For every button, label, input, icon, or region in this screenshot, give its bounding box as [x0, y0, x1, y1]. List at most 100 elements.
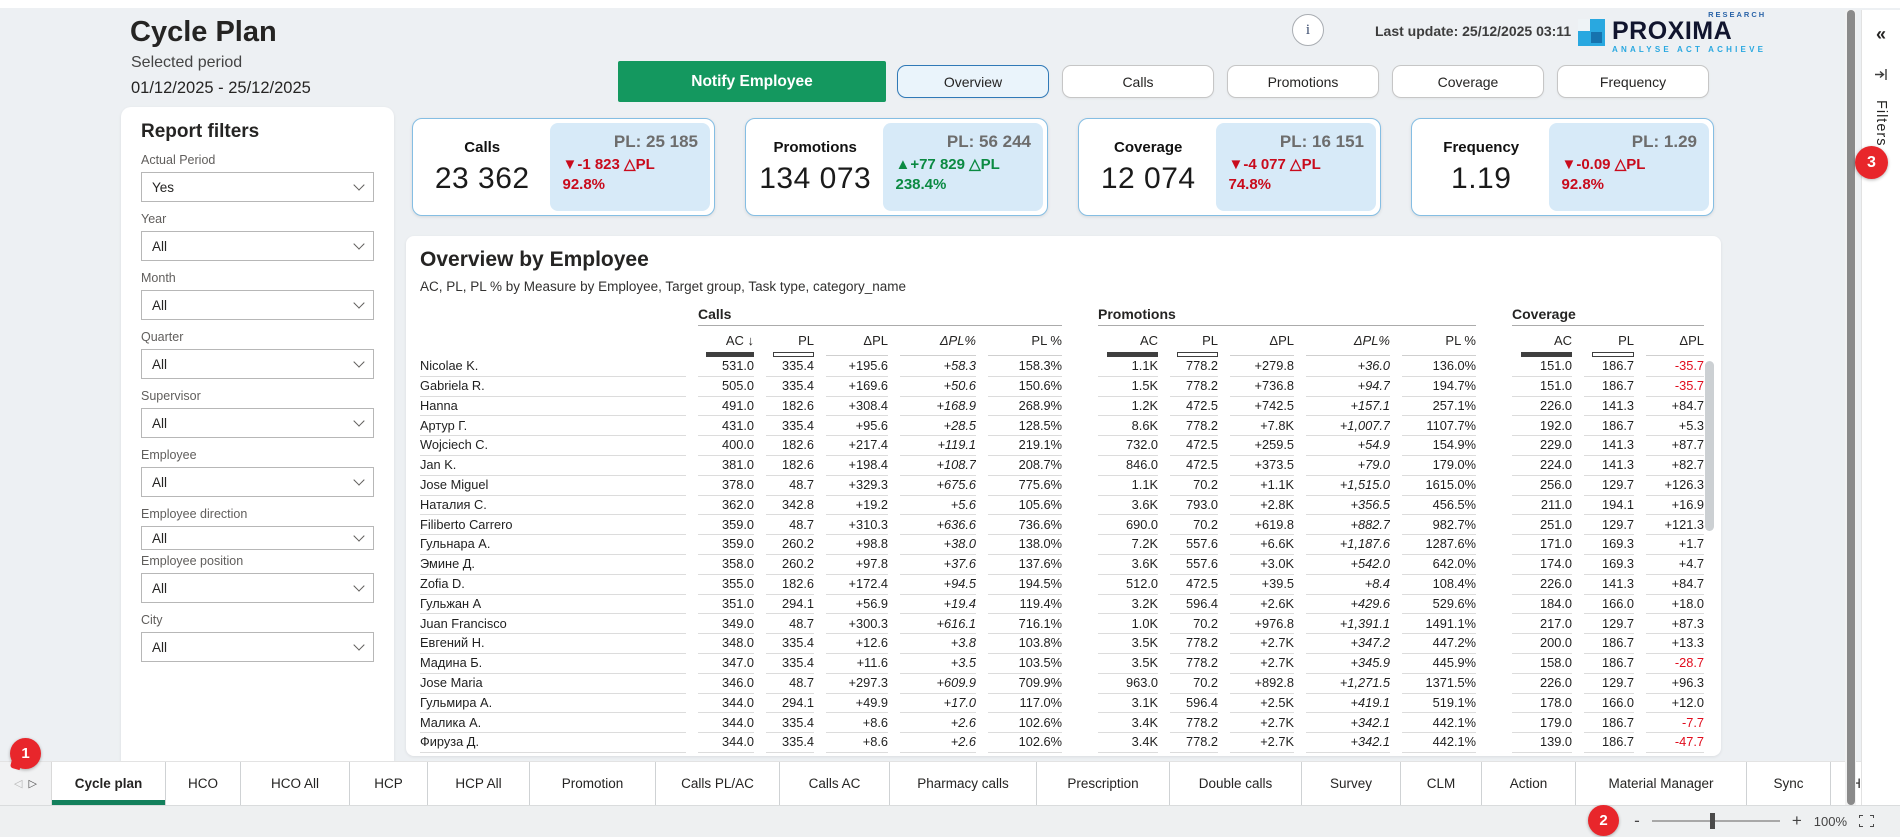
info-icon[interactable]: i: [1292, 14, 1324, 46]
page-scrollbar-thumb[interactable]: [1847, 10, 1855, 805]
page-scrollbar[interactable]: [1845, 10, 1856, 805]
tab-frequency[interactable]: Frequency: [1557, 65, 1709, 98]
bottom-tab-clm[interactable]: CLM: [1401, 762, 1482, 805]
row-name: Hanna: [420, 397, 686, 417]
table-row[interactable]: Jose Miguel378.048.7+329.3+675.6775.6%1.…: [420, 476, 1707, 496]
filter-dropdown-city[interactable]: All: [141, 632, 374, 662]
bottom-tab-hco-all[interactable]: HCO All: [241, 762, 350, 805]
expand-filters-chevron-icon[interactable]: «: [1876, 24, 1886, 45]
column-header-calls-pl[interactable]: ΔPL%: [900, 333, 976, 348]
table-row[interactable]: Filiberto Carrero359.048.7+310.3+636.673…: [420, 515, 1707, 535]
column-header-promotions-ac[interactable]: AC: [1098, 333, 1158, 348]
tab-calls[interactable]: Calls: [1062, 65, 1214, 98]
table-cell: 335.4: [766, 377, 814, 397]
bottom-tab-double-calls[interactable]: Double calls: [1170, 762, 1302, 805]
bottom-tab-sync[interactable]: Sync: [1747, 762, 1831, 805]
filter-dropdown-supervisor[interactable]: All: [141, 408, 374, 438]
tab-promotions[interactable]: Promotions: [1227, 65, 1379, 98]
table-cell: 48.7: [766, 674, 814, 694]
column-header-calls-ac[interactable]: AC ↓: [698, 333, 754, 348]
table-row[interactable]: Nicolae K.531.0335.4+195.6+58.3158.3%1.1…: [420, 357, 1707, 377]
column-header-calls-pl[interactable]: PL %: [988, 333, 1062, 348]
table-row[interactable]: Zofia D.355.0182.6+172.4+94.5194.5%512.0…: [420, 575, 1707, 595]
table-row[interactable]: Наталия С.362.0342.8+19.2+5.6105.6%3.6K7…: [420, 496, 1707, 516]
fit-to-page-icon[interactable]: [1859, 815, 1874, 827]
table-cell: 335.4: [766, 733, 814, 753]
filter-dropdown-actual-period[interactable]: Yes: [141, 172, 374, 202]
table-cell: -7.7: [1646, 714, 1704, 734]
table-cell: 186.7: [1584, 714, 1634, 734]
table-cell: 344.0: [698, 694, 754, 714]
zoom-out-button[interactable]: -: [1634, 816, 1640, 826]
bottom-tab-hco[interactable]: HCO: [166, 762, 241, 805]
table-row[interactable]: Jose Maria346.048.7+297.3+609.9709.9%963…: [420, 674, 1707, 694]
table-scrollbar[interactable]: [1705, 361, 1714, 531]
table-row[interactable]: Артур Г.431.0335.4+95.6+28.5128.5%8.6K77…: [420, 416, 1707, 436]
collapse-filters-icon[interactable]: [1874, 67, 1889, 82]
table-cell: 48.7: [766, 516, 814, 536]
table-row[interactable]: Эмине Д.358.0260.2+97.8+37.6137.6%3.6K55…: [420, 555, 1707, 575]
kpi-card-promotions[interactable]: Promotions134 073PL: 56 244▲+77 829 △PL2…: [745, 118, 1048, 216]
filter-dropdown-employee-direction[interactable]: All: [141, 526, 374, 550]
column-header-calls-pl[interactable]: ΔPL: [826, 333, 888, 348]
zoom-in-button[interactable]: +: [1792, 816, 1802, 826]
table-cell: +882.7: [1306, 516, 1390, 536]
prev-page-arrow-icon[interactable]: ◁: [14, 777, 22, 790]
table-cell: 3.2K: [1098, 595, 1158, 615]
row-name: Nicolae K.: [420, 357, 686, 377]
table-cell: 505.0: [698, 377, 754, 397]
filter-dropdown-quarter[interactable]: All: [141, 349, 374, 379]
notify-employee-button[interactable]: Notify Employee: [618, 61, 886, 102]
tab-overview[interactable]: Overview: [897, 65, 1049, 98]
table-row[interactable]: Гульмира А.344.0294.1+49.9+17.0117.0%3.1…: [420, 694, 1707, 714]
zoom-slider-handle[interactable]: [1710, 813, 1715, 829]
table-row[interactable]: Jan K.381.0182.6+198.4+108.7208.7%846.04…: [420, 456, 1707, 476]
bottom-tab-prescription[interactable]: Prescription: [1037, 762, 1170, 805]
filter-dropdown-year[interactable]: All: [141, 231, 374, 261]
zoom-controls: - + 100%: [1634, 805, 1874, 837]
bottom-tab-survey[interactable]: Survey: [1302, 762, 1401, 805]
bottom-tab-calls-ac[interactable]: Calls AC: [780, 762, 890, 805]
table-cell: 3.5K: [1098, 654, 1158, 674]
kpi-card-calls[interactable]: Calls23 362PL: 25 185▼-1 823 △PL92.8%: [412, 118, 715, 216]
bottom-tab-material-manager[interactable]: Material Manager: [1576, 762, 1747, 805]
table-cell: 184.0: [1512, 595, 1572, 615]
bottom-tab-promotion[interactable]: Promotion: [530, 762, 656, 805]
filter-dropdown-employee[interactable]: All: [141, 467, 374, 497]
table-cell: 141.3: [1584, 456, 1634, 476]
table-row[interactable]: Фируза Д.344.0335.4+8.6+2.6102.6%3.4K778…: [420, 733, 1707, 753]
table-row[interactable]: Juan Francisco349.048.7+300.3+616.1716.1…: [420, 614, 1707, 634]
column-header-promotions-pl[interactable]: ΔPL%: [1306, 333, 1390, 348]
column-header-promotions-pl[interactable]: PL: [1170, 333, 1218, 348]
bottom-tab-pharmacy-calls[interactable]: Pharmacy calls: [890, 762, 1037, 805]
kpi-pl-value: PL: 56 244: [895, 132, 1031, 152]
annotation-badge-3: 3: [1855, 146, 1888, 179]
column-header-calls-pl[interactable]: PL: [766, 333, 814, 348]
zoom-slider[interactable]: [1652, 820, 1780, 822]
table-row[interactable]: Gabriela R.505.0335.4+169.6+50.6150.6%1.…: [420, 377, 1707, 397]
column-header-promotions-pl[interactable]: PL %: [1402, 333, 1476, 348]
filter-dropdown-month[interactable]: All: [141, 290, 374, 320]
table-row[interactable]: Гульнара А.359.0260.2+98.8+38.0138.0%7.2…: [420, 535, 1707, 555]
bottom-tab-hcp-all[interactable]: HCP All: [428, 762, 530, 805]
table-row[interactable]: Малика А.344.0335.4+8.6+2.6102.6%3.4K778…: [420, 713, 1707, 733]
table-row[interactable]: Wojciech C.400.0182.6+217.4+119.1219.1%7…: [420, 436, 1707, 456]
bottom-tab-action[interactable]: Action: [1482, 762, 1576, 805]
column-header-coverage-ac[interactable]: AC: [1512, 333, 1572, 348]
next-page-arrow-icon[interactable]: ▷: [29, 777, 37, 790]
table-row[interactable]: Мадина Б.347.0335.4+11.6+3.5103.5%3.5K77…: [420, 654, 1707, 674]
table-row[interactable]: Евгений Н.348.0335.4+12.6+3.8103.8%3.5K7…: [420, 634, 1707, 654]
bottom-tab-hcp[interactable]: HCP: [350, 762, 428, 805]
column-header-coverage-pl[interactable]: ΔPL: [1646, 333, 1704, 348]
bottom-tab-calls-pl-ac[interactable]: Calls PL/AC: [656, 762, 780, 805]
kpi-card-coverage[interactable]: Coverage12 074PL: 16 151▼-4 077 △PL74.8%: [1078, 118, 1381, 216]
table-cell: +84.7: [1646, 575, 1704, 595]
column-header-promotions-pl[interactable]: ΔPL: [1230, 333, 1294, 348]
tab-coverage[interactable]: Coverage: [1392, 65, 1544, 98]
bottom-tab-cycle-plan[interactable]: Cycle plan: [52, 762, 166, 805]
table-row[interactable]: Гульжан А351.0294.1+56.9+19.4119.4%3.2K5…: [420, 595, 1707, 615]
kpi-card-frequency[interactable]: Frequency1.19PL: 1.29▼-0.09 △PL92.8%: [1411, 118, 1714, 216]
column-header-coverage-pl[interactable]: PL: [1584, 333, 1634, 348]
filter-dropdown-employee-position[interactable]: All: [141, 573, 374, 603]
table-row[interactable]: Hanna491.0182.6+308.4+168.9268.9%1.2K472…: [420, 397, 1707, 417]
